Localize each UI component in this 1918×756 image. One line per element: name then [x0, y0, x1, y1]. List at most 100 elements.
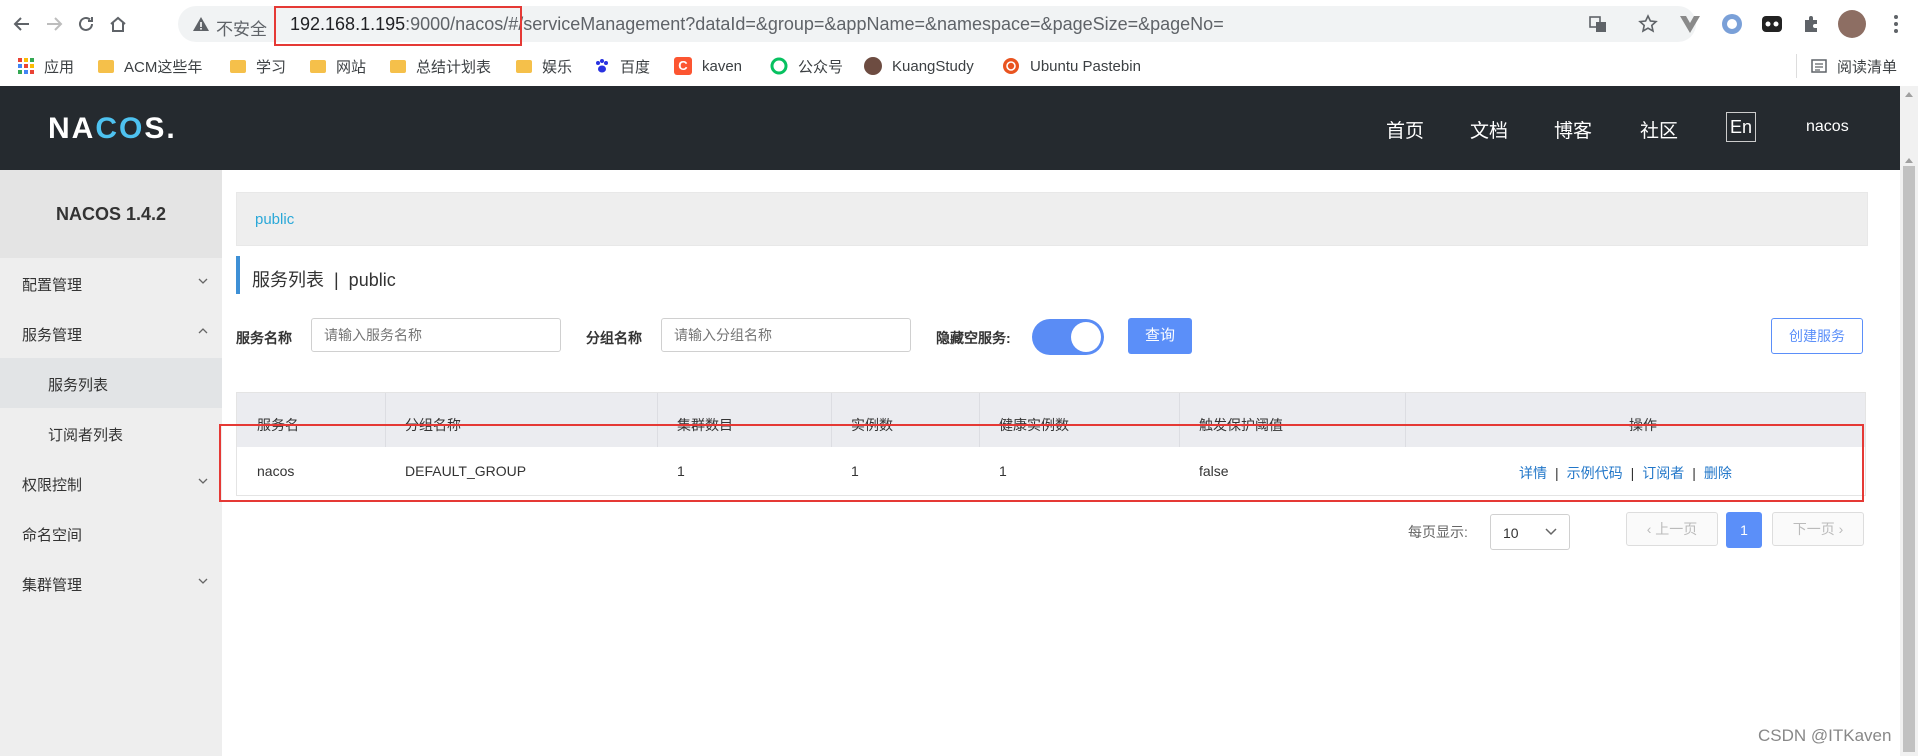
page-number-current[interactable]: 1 [1726, 512, 1762, 548]
more-menu-icon[interactable] [1884, 12, 1908, 36]
query-button[interactable]: 查询 [1128, 318, 1192, 354]
user-name[interactable]: nacos [1806, 118, 1849, 136]
translate-icon[interactable] [1588, 14, 1608, 34]
sidebar-item-service[interactable]: 服务管理 [0, 308, 222, 358]
bookmark-label: KuangStudy [892, 57, 974, 75]
bookmark-plans[interactable]: 总结计划表 [390, 54, 491, 78]
bookmark-label: Ubuntu Pastebin [1030, 57, 1141, 75]
watermark: CSDN @ITKaven [1758, 726, 1892, 745]
bookmark-kaven[interactable]: C kaven [674, 54, 742, 78]
nav-docs[interactable]: 文档 [1470, 116, 1508, 143]
next-page-button[interactable]: 下一页 › [1772, 512, 1864, 546]
bookmark-label: kaven [702, 57, 743, 75]
page-size-select[interactable]: 10 [1490, 514, 1570, 550]
bookmark-baidu[interactable]: 百度 [594, 54, 650, 78]
bookmark-star-icon[interactable] [1638, 14, 1658, 34]
chevron-down-icon [198, 578, 208, 584]
kuangstudy-icon [864, 57, 882, 75]
sidebar-item-service-list[interactable]: 服务列表 [0, 358, 222, 408]
bookmark-ubuntu[interactable]: Ubuntu Pastebin [1002, 54, 1141, 78]
sidebar-item-cluster[interactable]: 集群管理 [0, 558, 222, 608]
chevron-right-icon: › [1834, 521, 1844, 537]
folder-icon [98, 59, 114, 73]
bookmark-fun[interactable]: 娱乐 [516, 54, 572, 78]
folder-icon [390, 59, 406, 73]
bookmark-label: 应用 [44, 58, 75, 76]
sidebar-item-label: 订阅者列表 [48, 427, 124, 444]
scroll-up-icon[interactable] [1904, 156, 1914, 166]
namespace-link-public[interactable]: public [255, 211, 294, 228]
folder-icon [516, 59, 532, 73]
bookmark-acm[interactable]: ACM这些年 [98, 54, 202, 78]
folder-icon [230, 59, 246, 73]
sidebar-item-label: 权限控制 [22, 477, 83, 494]
hide-empty-toggle[interactable] [1032, 319, 1104, 355]
prev-page-button[interactable]: ‹ 上一页 [1626, 512, 1718, 546]
next-label: 下一页 [1792, 521, 1835, 537]
bookmark-label: 学习 [256, 58, 287, 76]
bookmark-label: 百度 [620, 58, 651, 76]
reload-icon[interactable] [72, 10, 100, 38]
create-service-button[interactable]: 创建服务 [1771, 318, 1863, 354]
logo-text-a: NA [48, 112, 96, 145]
nav-blog[interactable]: 博客 [1554, 116, 1592, 143]
scroll-up-icon[interactable] [1904, 90, 1914, 100]
bookmark-label: 公众号 [798, 58, 844, 76]
toggle-knob [1071, 322, 1101, 352]
baidu-paw-icon [596, 59, 608, 73]
bookmark-apps[interactable]: 应用 [18, 54, 74, 78]
sidebar-item-label: 服务列表 [48, 377, 109, 394]
bookmark-study[interactable]: 学习 [230, 54, 286, 78]
avatar[interactable] [1838, 10, 1866, 38]
bookmark-wechat[interactable]: 公众号 [770, 54, 843, 78]
title-accent [236, 256, 240, 294]
sidebar-item-auth[interactable]: 权限控制 [0, 458, 222, 508]
back-icon[interactable] [8, 10, 36, 38]
sidebar-item-namespace[interactable]: 命名空间 [0, 508, 222, 558]
per-page-label: 每页显示: [1408, 524, 1468, 540]
bookmarks-bar: 应用 ACM这些年 学习 网站 总结计划表 娱乐 百度 C kaven 公众号 … [0, 48, 1918, 84]
page-title: 服务列表 | public [252, 270, 396, 290]
nacos-logo[interactable]: NACOS. [48, 112, 177, 146]
browser-toolbar: 不安全 192.168.1.195:9000/nacos/#/serviceMa… [0, 0, 1918, 87]
bookmark-label: 网站 [336, 58, 367, 76]
forward-icon[interactable] [40, 10, 68, 38]
page-scrollbar[interactable] [1900, 86, 1918, 756]
row-highlight-box [219, 424, 1864, 502]
bookmark-kuangstudy[interactable]: KuangStudy [864, 54, 974, 78]
reading-list-label: 阅读清单 [1837, 58, 1898, 76]
prev-label: 上一页 [1655, 521, 1698, 537]
extensions-puzzle-icon[interactable] [1800, 12, 1824, 36]
chevron-down-icon [198, 478, 208, 484]
nav-home[interactable]: 首页 [1386, 116, 1424, 143]
sidebar-item-subscribers[interactable]: 订阅者列表 [0, 408, 222, 458]
sidebar-title: NACOS 1.4.2 [0, 170, 222, 258]
reading-list[interactable]: 阅读清单 [1796, 54, 1897, 78]
sidebar-item-config[interactable]: 配置管理 [0, 258, 222, 308]
extension-dark-icon[interactable] [1760, 12, 1784, 36]
language-switch[interactable]: En [1726, 112, 1756, 142]
home-icon[interactable] [104, 10, 132, 38]
logo-text-b: CO [95, 112, 145, 145]
group-name-input[interactable] [661, 318, 911, 352]
chevron-up-icon [198, 328, 208, 334]
sidebar-item-label: 命名空间 [22, 527, 83, 544]
nav-community[interactable]: 社区 [1640, 116, 1678, 143]
extension-blue-icon[interactable] [1720, 12, 1744, 36]
nacos-header: NACOS. 首页 文档 博客 社区 En nacos [0, 86, 1900, 170]
bookmark-label: ACM这些年 [124, 58, 203, 76]
logo-text-c: S. [144, 112, 177, 145]
service-name-input[interactable] [311, 318, 561, 352]
bookmark-label: 娱乐 [542, 58, 573, 76]
vue-extension-icon[interactable] [1678, 12, 1702, 36]
csdn-icon: C [674, 57, 692, 75]
reading-list-icon [1811, 59, 1827, 73]
chevron-down-icon [198, 278, 208, 284]
wechat-official-icon [770, 57, 788, 75]
namespace-bar: public [236, 192, 1868, 246]
warning-icon [192, 15, 210, 33]
scroll-thumb[interactable] [1903, 166, 1915, 752]
sidebar-item-label: 集群管理 [22, 577, 83, 594]
bookmark-sites[interactable]: 网站 [310, 54, 366, 78]
hide-empty-label: 隐藏空服务: [936, 330, 1011, 346]
